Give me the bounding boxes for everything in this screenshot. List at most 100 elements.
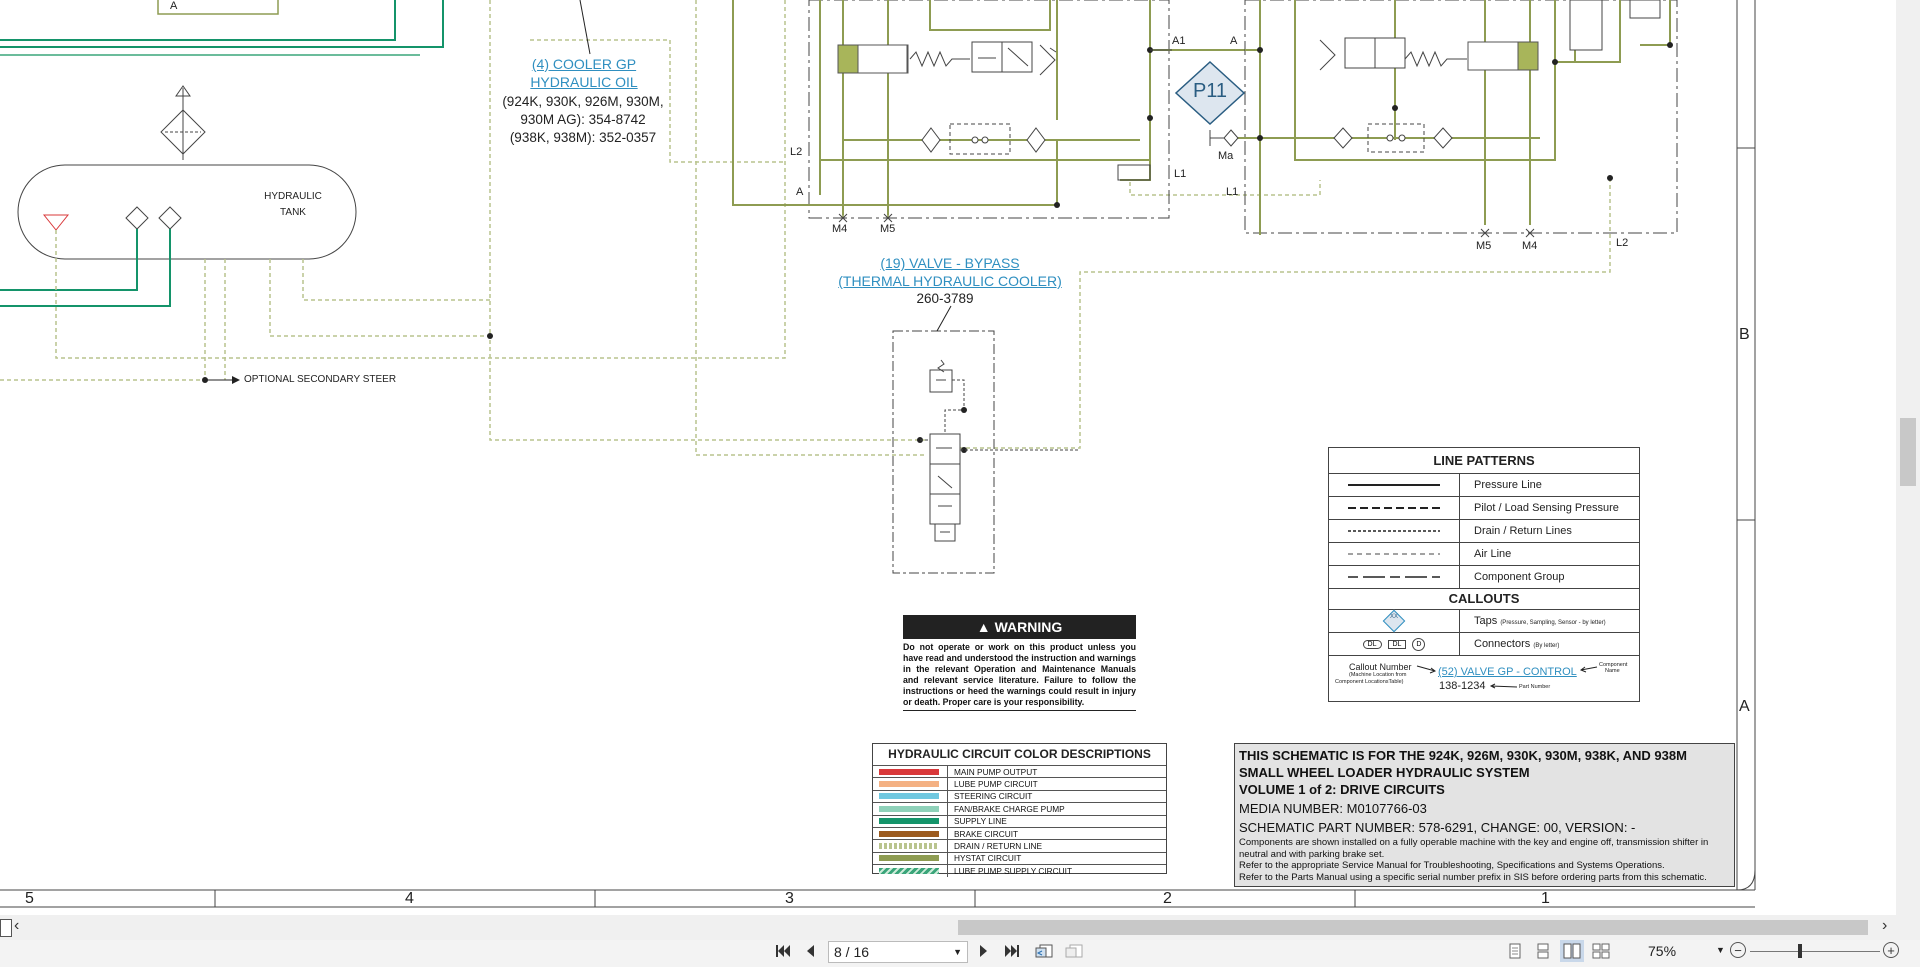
- color-desc-row: FAN/BRAKE CHARGE PUMP: [873, 802, 1166, 815]
- cooler-name-line1[interactable]: (4) COOLER GP: [528, 56, 640, 72]
- zoom-value[interactable]: 75%: [1648, 943, 1676, 959]
- tap-letters: XX: [1389, 613, 1399, 620]
- zone-label-b: B: [1739, 326, 1750, 343]
- color-desc-label: LUBE PUMP CIRCUIT: [947, 778, 1038, 790]
- zoom-dropdown-icon[interactable]: ▼: [1716, 945, 1725, 955]
- port-label: M5: [880, 223, 896, 235]
- column-label-4: 4: [405, 890, 414, 907]
- connector-dl-square-icon: DL: [1387, 639, 1407, 649]
- legend-row-component-group: Component Group: [1329, 565, 1639, 588]
- last-page-button[interactable]: [1000, 940, 1024, 962]
- scroll-right-icon[interactable]: ›: [1882, 917, 1887, 935]
- color-desc-label: STEERING CIRCUIT: [947, 790, 1032, 803]
- color-swatch: [879, 781, 939, 788]
- port-label: L2: [1616, 237, 1629, 249]
- port-label: M4: [1522, 240, 1538, 252]
- cooler-models-line2: 930M AG): 354-8742: [520, 112, 646, 127]
- previous-page-icon: [807, 945, 814, 957]
- two-page-view-button[interactable]: [1560, 940, 1584, 962]
- port-label: A: [170, 0, 178, 12]
- color-swatch: [879, 843, 939, 850]
- warning-triangle-icon: ▲: [976, 619, 991, 635]
- zoom-in-button[interactable]: +: [1883, 942, 1899, 958]
- column-label-5: 5: [25, 890, 34, 907]
- warning-body: Do not operate or work on this product u…: [903, 642, 1136, 707]
- color-desc-row: HYSTAT CIRCUIT: [873, 851, 1166, 865]
- port-label: A: [1230, 35, 1238, 47]
- vertical-scroll-thumb[interactable]: [1900, 418, 1916, 486]
- color-desc-label: DRAIN / RETURN LINE: [947, 840, 1042, 852]
- legend-row-pressure: Pressure Line: [1329, 473, 1639, 496]
- legend-label: Component Group: [1474, 571, 1565, 583]
- column-label-3: 3: [785, 890, 794, 907]
- column-label-2: 2: [1163, 890, 1172, 907]
- tank-label-line2: TANK: [280, 207, 306, 218]
- port-label: L1: [1174, 168, 1187, 180]
- title-note-3: Refer to the Parts Manual using a specif…: [1239, 872, 1707, 883]
- previous-page-button[interactable]: [800, 940, 820, 962]
- sidebar-handle[interactable]: [0, 919, 12, 937]
- callouts-title: CALLOUTS: [1329, 588, 1639, 609]
- next-view-button[interactable]: [1062, 940, 1086, 962]
- first-page-button[interactable]: [772, 940, 794, 962]
- zoom-out-button[interactable]: −: [1730, 942, 1746, 958]
- connectors-label: Connectors: [1474, 638, 1531, 650]
- line-patterns-title: LINE PATTERNS: [1433, 453, 1535, 468]
- port-label: A1: [1172, 35, 1186, 47]
- next-page-icon: [980, 945, 987, 957]
- single-page-icon: [1509, 943, 1521, 959]
- callout-example: Callout Number (Machine Location from Co…: [1329, 655, 1639, 696]
- color-swatch: [879, 855, 939, 862]
- continuous-view-button[interactable]: [1532, 940, 1554, 962]
- two-page-icon: [1563, 943, 1581, 959]
- bypass-name-line2[interactable]: (THERMAL HYDRAULIC COOLER): [822, 273, 1078, 289]
- port-label: L1: [1226, 186, 1239, 198]
- single-page-view-button[interactable]: [1504, 940, 1526, 962]
- cooler-name-line2[interactable]: HYDRAULIC OIL: [520, 74, 648, 90]
- page-dropdown-icon[interactable]: ▼: [953, 947, 967, 957]
- color-descriptions-table: HYDRAULIC CIRCUIT COLOR DESCRIPTIONS MAI…: [872, 743, 1167, 877]
- page-number-value: 8 / 16: [834, 944, 870, 960]
- document-canvas: (4) COOLER GP HYDRAULIC OIL (924K, 930K,…: [0, 0, 1920, 967]
- port-label: L2: [790, 146, 803, 158]
- previous-view-button[interactable]: [1032, 940, 1056, 962]
- scroll-left-icon[interactable]: ‹: [14, 917, 19, 935]
- color-desc-title: HYDRAULIC CIRCUIT COLOR DESCRIPTIONS: [888, 747, 1151, 761]
- page-number-field[interactable]: 8 / 16 ▼: [828, 941, 968, 963]
- color-desc-label: SUPPLY LINE: [947, 815, 1007, 827]
- color-desc-row: STEERING CIRCUIT: [873, 789, 1166, 803]
- title-note-1: Components are shown installed on a full…: [1239, 837, 1709, 860]
- port-label: M4: [832, 223, 848, 235]
- bypass-name-line1[interactable]: (19) VALVE - BYPASS: [860, 255, 1040, 271]
- color-desc-label: FAN/BRAKE CHARGE PUMP: [947, 803, 1065, 815]
- legend-label: Drain / Return Lines: [1474, 525, 1572, 537]
- cooler-models-line1: (924K, 930K, 926M, 930M,: [502, 94, 664, 109]
- first-page-icon: [776, 945, 790, 957]
- zoom-slider[interactable]: [1750, 951, 1880, 952]
- horizontal-scrollbar[interactable]: ‹ ›: [0, 915, 1920, 940]
- title-note-2: Refer to the appropriate Service Manual …: [1239, 860, 1665, 871]
- bypass-part-number: 260-3789: [916, 291, 974, 306]
- warning-box: ▲ WARNING Do not operate or work on this…: [903, 615, 1136, 711]
- color-desc-row: BRAKE CIRCUIT: [873, 826, 1166, 840]
- title-block: THIS SCHEMATIC IS FOR THE 924K, 926M, 93…: [1234, 743, 1735, 887]
- line-patterns-legend: LINE PATTERNS Pressure Line Pilot / Load…: [1328, 447, 1640, 702]
- color-desc-row: LUBE PUMP CIRCUIT: [873, 777, 1166, 790]
- next-view-icon: [1065, 944, 1083, 958]
- two-page-continuous-icon: [1592, 943, 1610, 959]
- last-page-icon: [1005, 945, 1019, 957]
- color-swatch: [879, 867, 939, 874]
- legend-row-taps: XX Taps (Pressure, Sampling, Sensor - by…: [1329, 609, 1639, 633]
- color-desc-row: SUPPLY LINE: [873, 814, 1166, 827]
- horizontal-scroll-thumb[interactable]: [958, 920, 1868, 935]
- zoom-slider-handle[interactable]: [1798, 944, 1802, 958]
- vertical-scrollbar[interactable]: [1896, 0, 1920, 915]
- media-number: MEDIA NUMBER: M0107766-03: [1239, 801, 1427, 816]
- next-page-button[interactable]: [974, 940, 994, 962]
- two-page-continuous-button[interactable]: [1590, 940, 1612, 962]
- color-desc-row: LUBE PUMP SUPPLY CIRCUIT: [873, 864, 1166, 877]
- previous-view-icon: [1035, 944, 1053, 958]
- schematic-part-number: SCHEMATIC PART NUMBER: 578-6291, CHANGE:…: [1239, 820, 1636, 835]
- p11-tap-label: P11: [1192, 80, 1228, 102]
- color-desc-rows: MAIN PUMP OUTPUT LUBE PUMP CIRCUIT STEERIN…: [873, 765, 1166, 877]
